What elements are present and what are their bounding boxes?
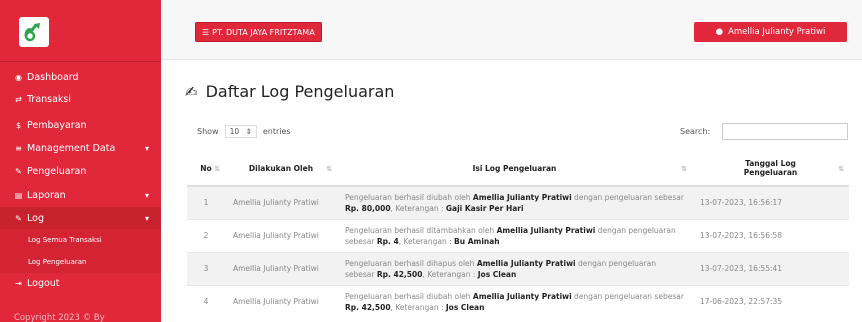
cell-by: Amellia Julianty Pratiwi	[225, 251, 337, 285]
page-title-text: Daftar Log Pengeluaran	[205, 82, 395, 101]
copyright-text: Copyright 2023 © By	[14, 313, 105, 322]
report-icon: ▤	[14, 190, 23, 200]
cell-no: 4	[187, 284, 225, 318]
chevron-down-icon: ▾	[144, 143, 149, 153]
sidebar-item-label: Log	[27, 212, 44, 224]
dashboard-icon: ◉	[15, 72, 22, 82]
sidebar-item-laporan[interactable]: ▤ Laporan ▾	[0, 184, 161, 206]
sidebar-item-label: Dashboard	[27, 71, 79, 83]
entries-value: 10	[229, 127, 240, 136]
show-entries-control: Show 10 ⇕ entries	[197, 125, 291, 138]
entries-select[interactable]: 10 ⇕	[224, 125, 257, 138]
chevron-down-icon: ▾	[144, 190, 149, 200]
column-header-no[interactable]: No ⇅	[187, 151, 225, 187]
list-icon: ≡	[15, 143, 22, 153]
sidebar-item-label: Log Semua Transaksi	[28, 236, 102, 244]
table-header-row: No ⇅ Dilakukan Oleh ⇅ Isi Log Pengeluara…	[187, 151, 849, 187]
sort-icon: ⇅	[214, 165, 220, 173]
table-row: 4 Amellia Julianty Pratiwi Pengeluaran b…	[187, 284, 849, 318]
sidebar-item-label: Pembayaran	[27, 119, 87, 131]
sidebar-item-log-semua-transaksi[interactable]: Log Semua Transaksi	[0, 229, 161, 251]
sidebar: ◉ Dashboard ⇄ Transaksi $ Pembayaran ≡ M…	[0, 0, 161, 322]
sort-icon: ⇅	[326, 165, 332, 173]
user-icon: ●	[715, 27, 724, 37]
search-input[interactable]	[722, 123, 848, 140]
cell-no: 2	[187, 218, 225, 252]
sidebar-item-transaksi[interactable]: ⇄ Transaksi	[0, 88, 161, 110]
sort-icon: ⇅	[838, 165, 844, 173]
column-header-tanggal[interactable]: Tanggal Log Pengeluaran ⇅	[692, 151, 849, 187]
sidebar-item-label: Logout	[27, 277, 60, 289]
sidebar-item-pembayaran[interactable]: $ Pembayaran	[0, 114, 161, 136]
sidebar-item-pengeluaran[interactable]: ✎ Pengeluaran	[0, 160, 161, 182]
cell-isi: Pengeluaran berhasil diubah oleh Amellia…	[337, 284, 692, 318]
sidebar-item-label: Log Pengeluaran	[28, 258, 87, 266]
logo-area	[0, 0, 161, 62]
log-icon: ✎	[15, 213, 22, 223]
transaction-icon: ⇄	[15, 94, 22, 104]
log-table: No ⇅ Dilakukan Oleh ⇅ Isi Log Pengeluara…	[187, 151, 849, 318]
sidebar-item-label: Laporan	[27, 189, 66, 201]
sidebar-item-label: Management Data	[27, 142, 116, 154]
sidebar-item-log[interactable]: ✎ Log ▾	[0, 207, 161, 229]
chevron-down-icon: ▾	[144, 213, 149, 223]
show-label: Show	[197, 127, 219, 136]
sidebar-item-label: Pengeluaran	[27, 165, 87, 177]
cell-no: 1	[187, 185, 225, 219]
dollar-icon: $	[15, 120, 22, 130]
cell-no: 3	[187, 251, 225, 285]
cell-tanggal: 17-06-2023, 22:57:35	[692, 284, 849, 318]
cell-isi: Pengeluaran berhasil diubah oleh Amellia…	[337, 185, 692, 219]
entries-label: entries	[262, 127, 291, 136]
sidebar-item-log-pengeluaran[interactable]: Log Pengeluaran	[0, 251, 161, 273]
menu-icon: ☰	[202, 27, 210, 37]
column-header-isi-log[interactable]: Isi Log Pengeluaran ⇅	[337, 151, 692, 187]
chevron-updown-icon: ⇕	[245, 127, 252, 136]
sidebar-item-management-data[interactable]: ≡ Management Data ▾	[0, 137, 161, 159]
user-name: Amellia Julianty Pratiwi	[728, 27, 826, 37]
app-logo[interactable]	[19, 17, 49, 47]
cell-tanggal: 13-07-2023, 16:56:17	[692, 185, 849, 219]
table-row: 3 Amellia Julianty Pratiwi Pengeluaran b…	[187, 251, 849, 285]
sidebar-item-logout[interactable]: ⇥ Logout	[0, 272, 161, 294]
cell-isi: Pengeluaran berhasil dihapus oleh Amelli…	[337, 251, 692, 285]
sidebar-item-label: Transaksi	[27, 93, 72, 105]
cell-by: Amellia Julianty Pratiwi	[225, 218, 337, 252]
page-title: ✍ Daftar Log Pengeluaran	[185, 82, 394, 101]
sidebar-item-dashboard[interactable]: ◉ Dashboard	[0, 66, 161, 88]
user-menu-button[interactable]: ● Amellia Julianty Pratiwi	[694, 22, 847, 42]
column-header-dilakukan-oleh[interactable]: Dilakukan Oleh ⇅	[225, 151, 337, 187]
search-label: Search:	[680, 127, 711, 136]
cell-isi: Pengeluaran berhasil ditambahkan oleh Am…	[337, 218, 692, 252]
logout-icon: ⇥	[15, 278, 22, 288]
cell-tanggal: 13-07-2023, 16:56:58	[692, 218, 849, 252]
company-name: PT. DUTA JAYA FRITZTAMA	[212, 27, 315, 37]
cell-by: Amellia Julianty Pratiwi	[225, 185, 337, 219]
cell-tanggal: 13-07-2023, 16:55:41	[692, 251, 849, 285]
edit-icon: ✎	[15, 166, 22, 176]
table-row: 2 Amellia Julianty Pratiwi Pengeluaran b…	[187, 218, 849, 252]
company-button[interactable]: ☰ PT. DUTA JAYA FRITZTAMA	[195, 22, 322, 42]
table-row: 1 Amellia Julianty Pratiwi Pengeluaran b…	[187, 185, 849, 219]
edit-icon: ✍	[185, 82, 198, 101]
cell-by: Amellia Julianty Pratiwi	[225, 284, 337, 318]
sort-icon: ⇅	[681, 165, 687, 173]
